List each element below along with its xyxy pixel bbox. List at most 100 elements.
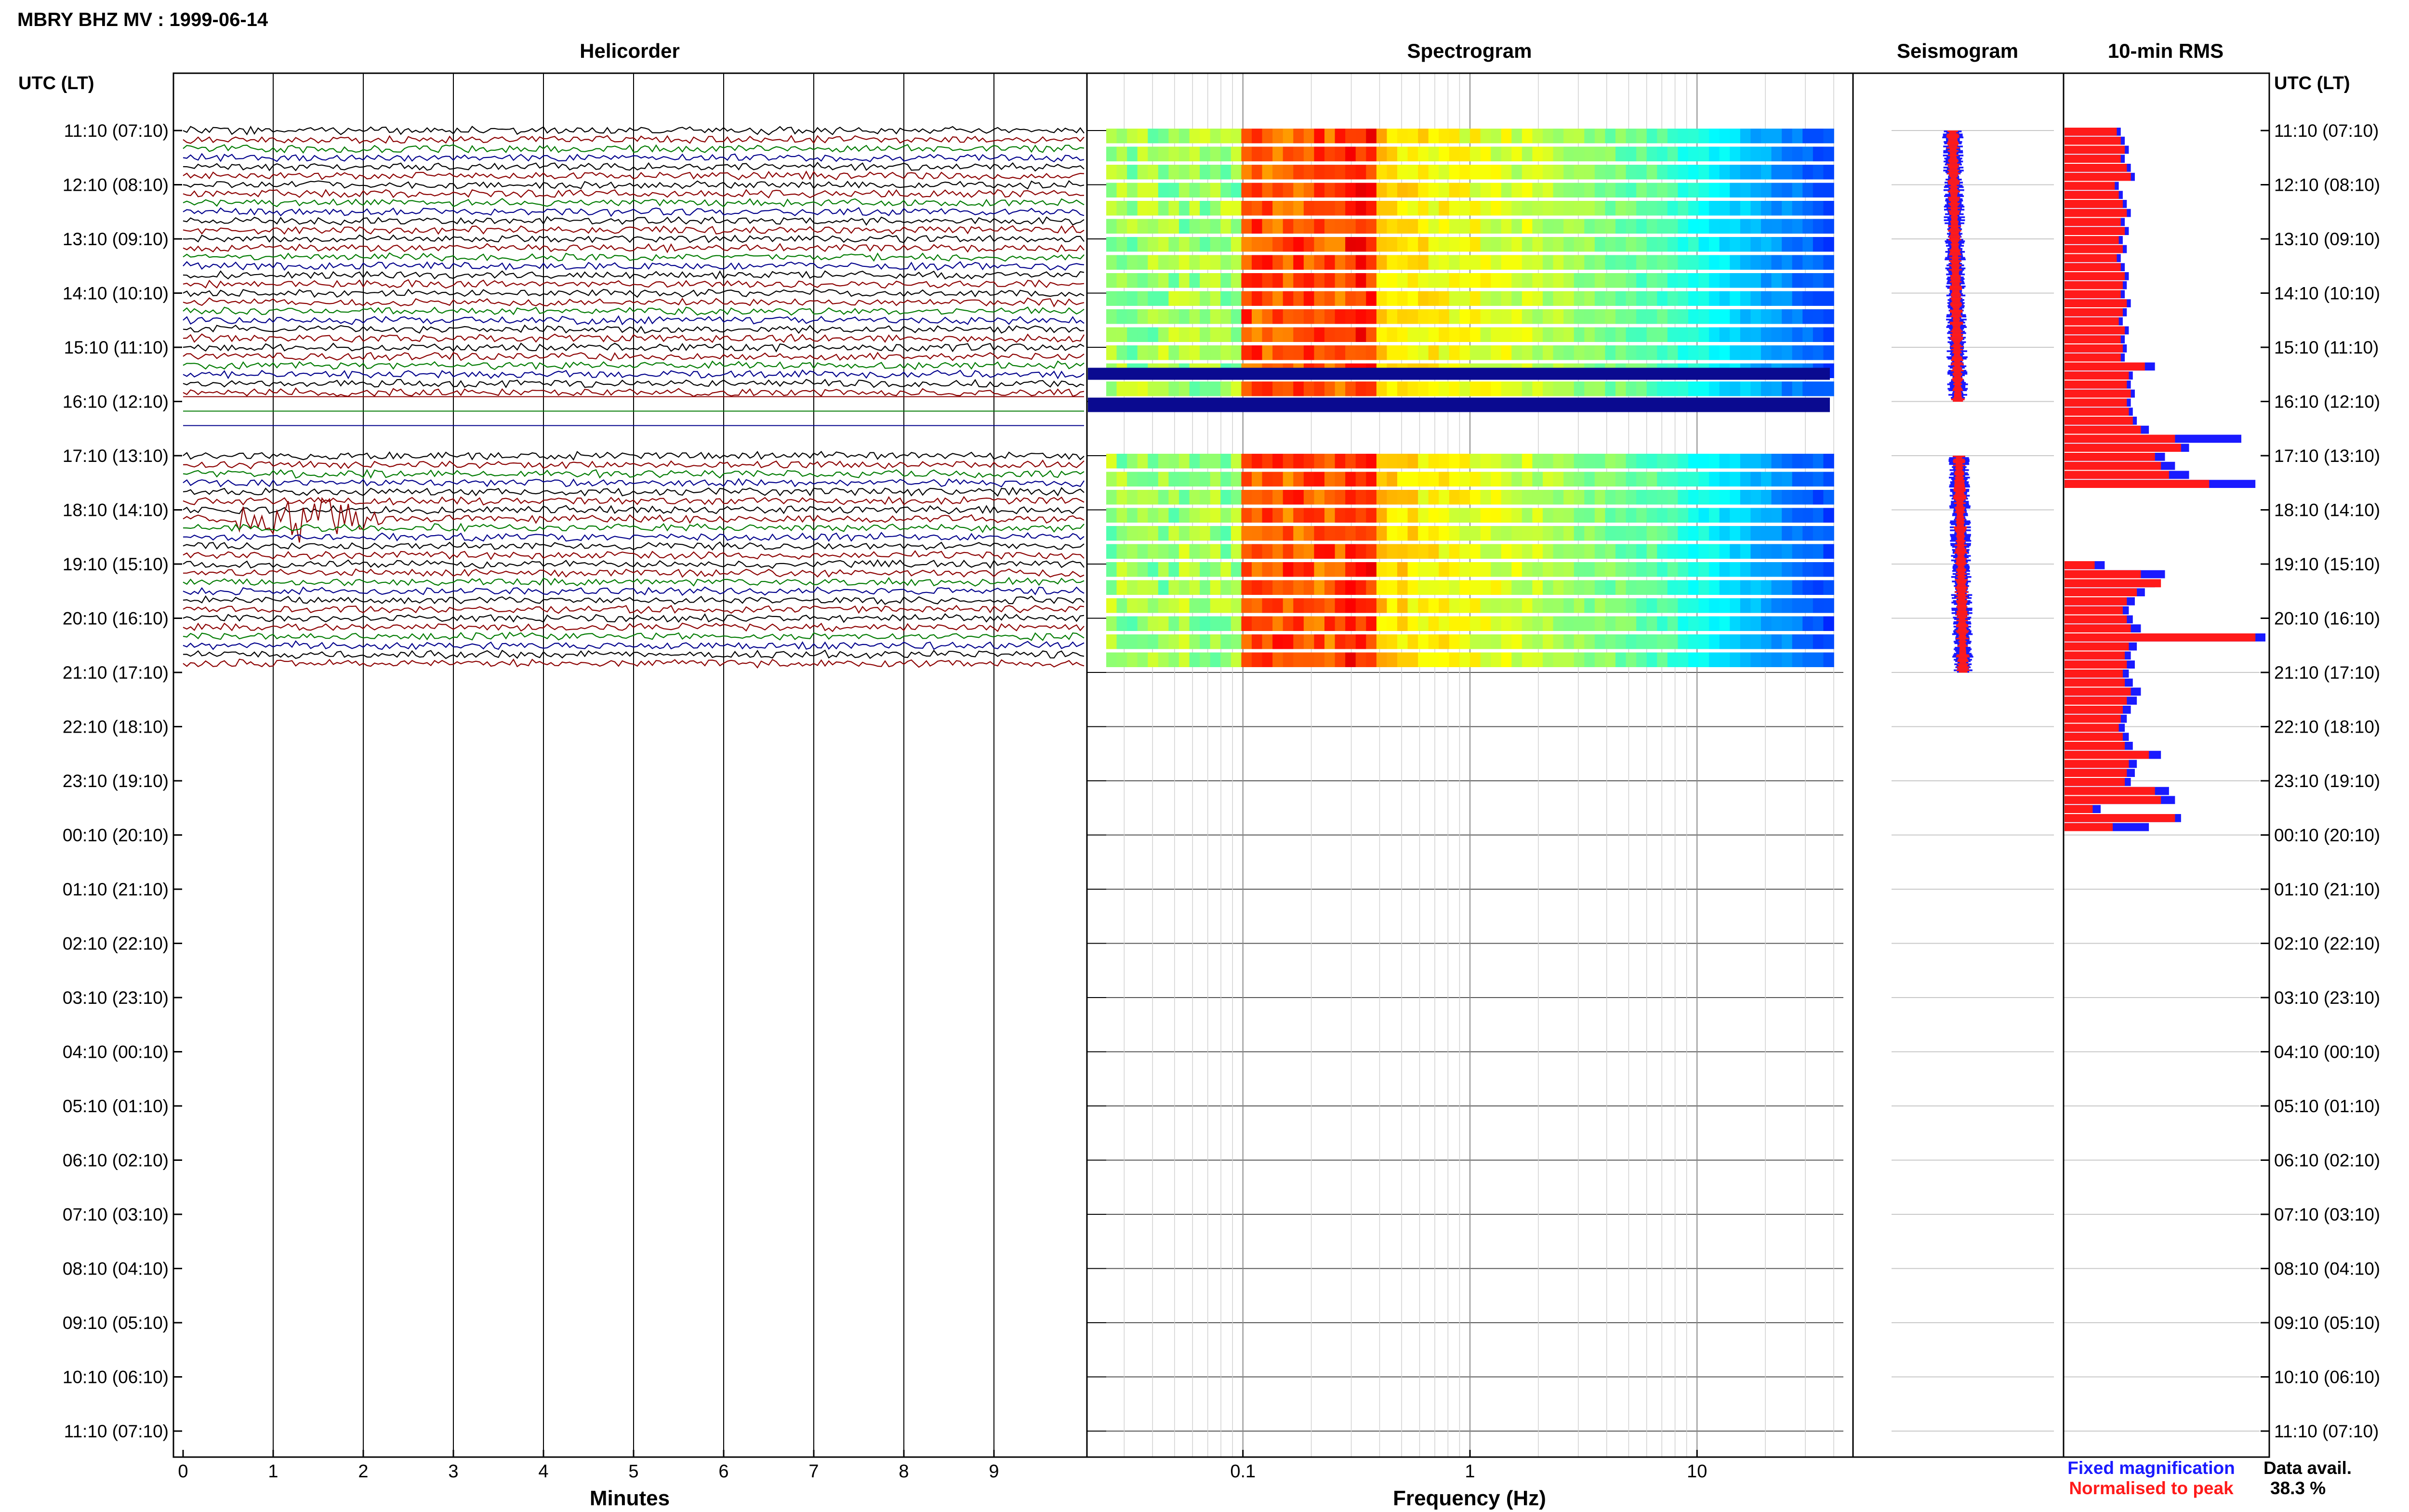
spectrogram-cell	[1532, 309, 1543, 324]
spectrogram-cell	[1158, 454, 1169, 469]
spectrogram-cell	[1397, 544, 1408, 559]
spectrogram-cell	[1574, 219, 1585, 234]
rms-normalised-bar	[2065, 660, 2127, 669]
seismogram-normalised-slice	[1955, 499, 1965, 501]
rms-normalised-bar	[2065, 444, 2181, 452]
rms-normalised-bar	[2065, 706, 2123, 714]
spectrogram-cell	[1470, 634, 1481, 649]
seismogram-normalised-slice	[1949, 257, 1961, 259]
spectrogram-cell	[1293, 652, 1304, 667]
seismogram-normalised-slice	[1959, 653, 1967, 655]
spectrogram-cell	[1210, 526, 1221, 541]
spectrogram-cell	[1283, 237, 1294, 252]
seismogram-normalised-slice	[1952, 332, 1961, 334]
spectrogram-cell	[1491, 544, 1502, 559]
spectrogram-cell	[1106, 490, 1117, 505]
spectrogram-cell	[1584, 634, 1595, 649]
spectrogram-cell	[1594, 201, 1606, 216]
seismogram-normalised-slice	[1956, 580, 1967, 582]
spectrogram-cell	[1355, 508, 1367, 523]
seismogram-normalised-slice	[1955, 550, 1966, 552]
seismogram-normalised-slice	[1959, 642, 1966, 644]
spectrogram-cell	[1439, 273, 1450, 288]
spectrogram-cell	[1428, 652, 1440, 667]
spectrogram-cell	[1418, 616, 1429, 631]
spectrogram-cell	[1200, 562, 1211, 577]
spectrogram-cell	[1116, 201, 1127, 216]
spectrogram-cell	[1678, 526, 1689, 541]
spectrogram-cell	[1480, 183, 1491, 197]
spectrogram-cell	[1127, 273, 1138, 288]
spectrogram-cell	[1366, 327, 1377, 342]
spectrogram-cell	[1553, 490, 1564, 505]
spectrogram-cell	[1210, 327, 1221, 342]
spectrogram-cell	[1688, 309, 1699, 324]
spectrogram-cell	[1241, 544, 1252, 559]
spectrogram-cell	[1376, 237, 1388, 252]
spectrogram-cell	[1335, 291, 1346, 306]
spectrogram-cell	[1750, 472, 1761, 486]
spectrogram-cell	[1605, 634, 1616, 649]
spectrogram-cell	[1657, 381, 1668, 396]
spectrogram-cell	[1168, 454, 1179, 469]
seismogram-normalised-slice	[1955, 519, 1965, 521]
seismogram-normalised-slice	[1950, 294, 1961, 297]
spectrogram-cell	[1480, 526, 1491, 541]
spectrogram-cell	[1418, 472, 1429, 486]
spectrogram-cell	[1376, 255, 1388, 270]
spectrogram-cell	[1314, 345, 1325, 360]
seismogram-normalised-slice	[1953, 308, 1959, 310]
seismogram-normalised-slice	[1951, 293, 1961, 295]
seismogram-normalised-slice	[1948, 197, 1960, 199]
seismogram-normalised-slice	[1949, 287, 1962, 289]
spectrogram-cell	[1771, 544, 1782, 559]
seismogram-normalised-slice	[1950, 234, 1959, 237]
spectrogram-cell	[1678, 580, 1689, 595]
spectrogram-cell	[1158, 183, 1169, 197]
spectrogram-cell	[1231, 255, 1242, 270]
spectrogram-cell	[1698, 345, 1709, 360]
helicorder-frame	[172, 72, 1088, 1458]
spectrogram-cell	[1355, 544, 1367, 559]
spectrogram-cell	[1303, 381, 1315, 396]
spectrogram-cell	[1823, 165, 1834, 180]
spectrogram-cell	[1574, 165, 1585, 180]
spectrogram-cell	[1220, 526, 1231, 541]
time-label-left: 17:10 (13:10)	[63, 446, 169, 466]
spectrogram-cell	[1553, 146, 1564, 161]
spectrogram-cell	[1782, 237, 1793, 252]
spectrogram-cell	[1605, 580, 1616, 595]
spectrogram-cell	[1449, 345, 1460, 360]
spectrogram-cell	[1626, 634, 1637, 649]
spectrogram-cell	[1646, 219, 1658, 234]
spectrogram-cell	[1480, 580, 1491, 595]
spectrogram-cell	[1366, 580, 1377, 595]
spectrogram-cell	[1231, 345, 1242, 360]
spectrogram-cell	[1657, 165, 1668, 180]
spectrogram-cell	[1678, 291, 1689, 306]
spectrogram-cell	[1636, 598, 1647, 613]
spectrogram-cell	[1574, 381, 1585, 396]
seismogram-normalised-slice	[1956, 626, 1969, 628]
spectrogram-cell	[1376, 129, 1388, 144]
seismogram-normalised-slice	[1953, 388, 1962, 390]
spectrogram-cell	[1480, 598, 1491, 613]
spectrogram-cell	[1439, 183, 1450, 197]
spectrogram-cell	[1262, 237, 1273, 252]
spectrogram-cell	[1823, 201, 1834, 216]
rms-normalised-bar	[2065, 733, 2123, 741]
spectrogram-cell	[1491, 381, 1502, 396]
spectrogram-cell	[1449, 490, 1460, 505]
rms-normalised-bar	[2065, 389, 2131, 398]
seismogram-normalised-slice	[1957, 513, 1964, 515]
spectrogram-cell	[1688, 165, 1699, 180]
spectrogram-cell	[1106, 472, 1117, 486]
spectrogram-cell	[1439, 309, 1450, 324]
spectrogram-cell	[1740, 255, 1751, 270]
spectrogram-cell	[1543, 345, 1554, 360]
spectrogram-cell	[1366, 454, 1377, 469]
seismogram-normalised-slice	[1958, 615, 1967, 617]
spectrogram-cell	[1252, 472, 1263, 486]
spectrogram-cell	[1480, 490, 1491, 505]
spectrogram-cell	[1678, 146, 1689, 161]
